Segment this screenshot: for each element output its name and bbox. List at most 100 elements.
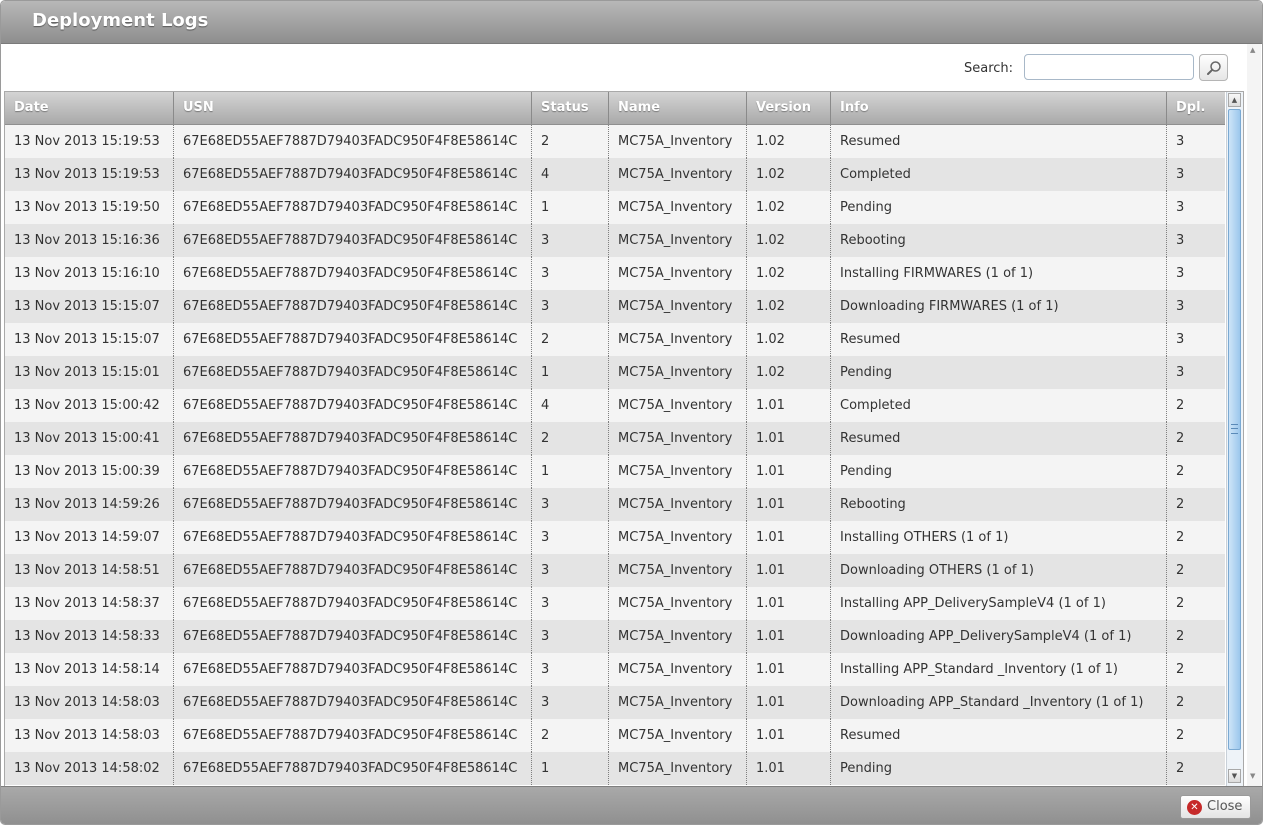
cell-info: Resumed (831, 719, 1167, 752)
cell-status: 2 (532, 323, 609, 356)
title-bar[interactable]: Deployment Logs (1, 1, 1262, 44)
cell-name: MC75A_Inventory (609, 488, 747, 521)
column-header-version[interactable]: Version (747, 92, 831, 124)
scroll-up-arrow-icon[interactable]: ▲ (1228, 93, 1241, 107)
cell-date: 13 Nov 2013 15:15:07 (5, 290, 174, 323)
cell-status: 3 (532, 257, 609, 290)
cell-info: Pending (831, 752, 1167, 785)
cell-date: 13 Nov 2013 14:59:07 (5, 521, 174, 554)
cell-date: 13 Nov 2013 15:16:10 (5, 257, 174, 290)
cell-dpl: 3 (1176, 365, 1185, 380)
cell-date: 13 Nov 2013 15:16:36 (5, 224, 174, 257)
cell-name: MC75A_Inventory (609, 719, 747, 752)
table-row[interactable]: 13 Nov 2013 14:58:37 67E68ED55AEF7887D794… (5, 587, 1225, 620)
cell-date: 13 Nov 2013 14:58:33 (5, 620, 174, 653)
table-row[interactable]: 13 Nov 2013 15:00:39 67E68ED55AEF7887D794… (5, 455, 1225, 488)
dialog-scroll-down-icon[interactable]: ▼ (1250, 772, 1255, 780)
cell-info: Completed (831, 158, 1167, 191)
cell-status: 3 (532, 653, 609, 686)
dialog-footer: ✕ Close (1, 786, 1262, 824)
cell-version: 1.01 (747, 587, 831, 620)
grid-scrollbar[interactable]: ▲ ▼ (1226, 92, 1243, 786)
close-button[interactable]: ✕ Close (1180, 795, 1251, 819)
cell-version: 1.02 (747, 158, 831, 191)
scroll-down-arrow-icon[interactable]: ▼ (1228, 769, 1241, 783)
table-row[interactable]: 13 Nov 2013 15:16:36 67E68ED55AEF7887D794… (5, 224, 1225, 257)
cell-dpl: 3 (1176, 167, 1185, 182)
table-row[interactable]: 13 Nov 2013 15:00:41 67E68ED55AEF7887D794… (5, 422, 1225, 455)
cell-info: Resumed (831, 422, 1167, 455)
table-row[interactable]: 13 Nov 2013 14:58:14 67E68ED55AEF7887D794… (5, 653, 1225, 686)
cell-status: 3 (532, 488, 609, 521)
cell-info: Rebooting (831, 224, 1167, 257)
cell-version: 1.01 (747, 488, 831, 521)
cell-usn: 67E68ED55AEF7887D79403FADC950F4F8E58614C (174, 191, 532, 224)
scroll-thumb[interactable] (1228, 109, 1241, 750)
column-header-info[interactable]: Info (831, 92, 1167, 124)
dialog-scroll-up-icon[interactable]: ▲ (1250, 46, 1255, 54)
cell-dpl: 2 (1176, 464, 1185, 479)
table-row[interactable]: 13 Nov 2013 15:15:07 67E68ED55AEF7887D794… (5, 290, 1225, 323)
scroll-grip-icon (1231, 424, 1238, 434)
cell-date: 13 Nov 2013 15:19:53 (5, 158, 174, 191)
grid-header: Date USN Status Name Version Info Dpl. (5, 92, 1225, 125)
cell-dpl: 2 (1176, 497, 1185, 512)
cell-version: 1.01 (747, 521, 831, 554)
cell-status: 4 (532, 158, 609, 191)
table-row[interactable]: 13 Nov 2013 15:19:50 67E68ED55AEF7887D794… (5, 191, 1225, 224)
cell-version: 1.01 (747, 389, 831, 422)
table-row[interactable]: 13 Nov 2013 14:58:03 67E68ED55AEF7887D794… (5, 719, 1225, 752)
cell-dpl: 3 (1176, 332, 1185, 347)
cell-usn: 67E68ED55AEF7887D79403FADC950F4F8E58614C (174, 389, 532, 422)
cell-version: 1.01 (747, 422, 831, 455)
table-row[interactable]: 13 Nov 2013 15:00:42 67E68ED55AEF7887D794… (5, 389, 1225, 422)
column-header-name[interactable]: Name (609, 92, 747, 124)
cell-info: Downloading FIRMWARES (1 of 1) (831, 290, 1167, 323)
cell-dpl: 2 (1176, 695, 1185, 710)
cell-name: MC75A_Inventory (609, 686, 747, 719)
cell-name: MC75A_Inventory (609, 323, 747, 356)
cell-status: 3 (532, 620, 609, 653)
table-row[interactable]: 13 Nov 2013 15:19:53 67E68ED55AEF7887D794… (5, 125, 1225, 158)
column-header-date[interactable]: Date (5, 92, 174, 124)
cell-version: 1.01 (747, 752, 831, 785)
cell-usn: 67E68ED55AEF7887D79403FADC950F4F8E58614C (174, 653, 532, 686)
cell-status: 3 (532, 587, 609, 620)
table-row[interactable]: 13 Nov 2013 14:59:07 67E68ED55AEF7887D794… (5, 521, 1225, 554)
cell-usn: 67E68ED55AEF7887D79403FADC950F4F8E58614C (174, 554, 532, 587)
cell-version: 1.02 (747, 224, 831, 257)
cell-usn: 67E68ED55AEF7887D79403FADC950F4F8E58614C (174, 290, 532, 323)
table-row[interactable]: 13 Nov 2013 14:58:02 67E68ED55AEF7887D794… (5, 752, 1225, 785)
cell-name: MC75A_Inventory (609, 653, 747, 686)
column-header-usn[interactable]: USN (174, 92, 532, 124)
magnifier-icon (1207, 61, 1221, 75)
column-header-dpl[interactable]: Dpl. (1167, 92, 1225, 124)
cell-status: 2 (532, 719, 609, 752)
table-row[interactable]: 13 Nov 2013 15:15:07 67E68ED55AEF7887D794… (5, 323, 1225, 356)
cell-version: 1.01 (747, 719, 831, 752)
cell-dpl: 3 (1176, 200, 1185, 215)
table-row[interactable]: 13 Nov 2013 14:58:51 67E68ED55AEF7887D794… (5, 554, 1225, 587)
cell-status: 1 (532, 455, 609, 488)
cell-dpl: 2 (1176, 398, 1185, 413)
search-input[interactable] (1024, 54, 1194, 80)
table-row[interactable]: 13 Nov 2013 15:15:01 67E68ED55AEF7887D794… (5, 356, 1225, 389)
cell-usn: 67E68ED55AEF7887D79403FADC950F4F8E58614C (174, 719, 532, 752)
cell-status: 3 (532, 224, 609, 257)
table-row[interactable]: 13 Nov 2013 15:19:53 67E68ED55AEF7887D794… (5, 158, 1225, 191)
table-row[interactable]: 13 Nov 2013 14:59:26 67E68ED55AEF7887D794… (5, 488, 1225, 521)
table-row[interactable]: 13 Nov 2013 14:58:03 67E68ED55AEF7887D794… (5, 686, 1225, 719)
dialog-scrollbar[interactable]: ▲ ▼ (1247, 44, 1261, 786)
cell-info: Installing APP_DeliverySampleV4 (1 of 1) (831, 587, 1167, 620)
table-row[interactable]: 13 Nov 2013 15:16:10 67E68ED55AEF7887D794… (5, 257, 1225, 290)
table-row[interactable]: 13 Nov 2013 14:58:33 67E68ED55AEF7887D794… (5, 620, 1225, 653)
column-header-status[interactable]: Status (532, 92, 609, 124)
cell-status: 4 (532, 389, 609, 422)
cell-date: 13 Nov 2013 15:19:50 (5, 191, 174, 224)
cell-status: 3 (532, 290, 609, 323)
cell-date: 13 Nov 2013 14:58:02 (5, 752, 174, 785)
cell-info: Installing APP_Standard _Inventory (1 of… (831, 653, 1167, 686)
cell-version: 1.01 (747, 620, 831, 653)
cell-name: MC75A_Inventory (609, 125, 747, 158)
search-button[interactable] (1199, 54, 1228, 81)
